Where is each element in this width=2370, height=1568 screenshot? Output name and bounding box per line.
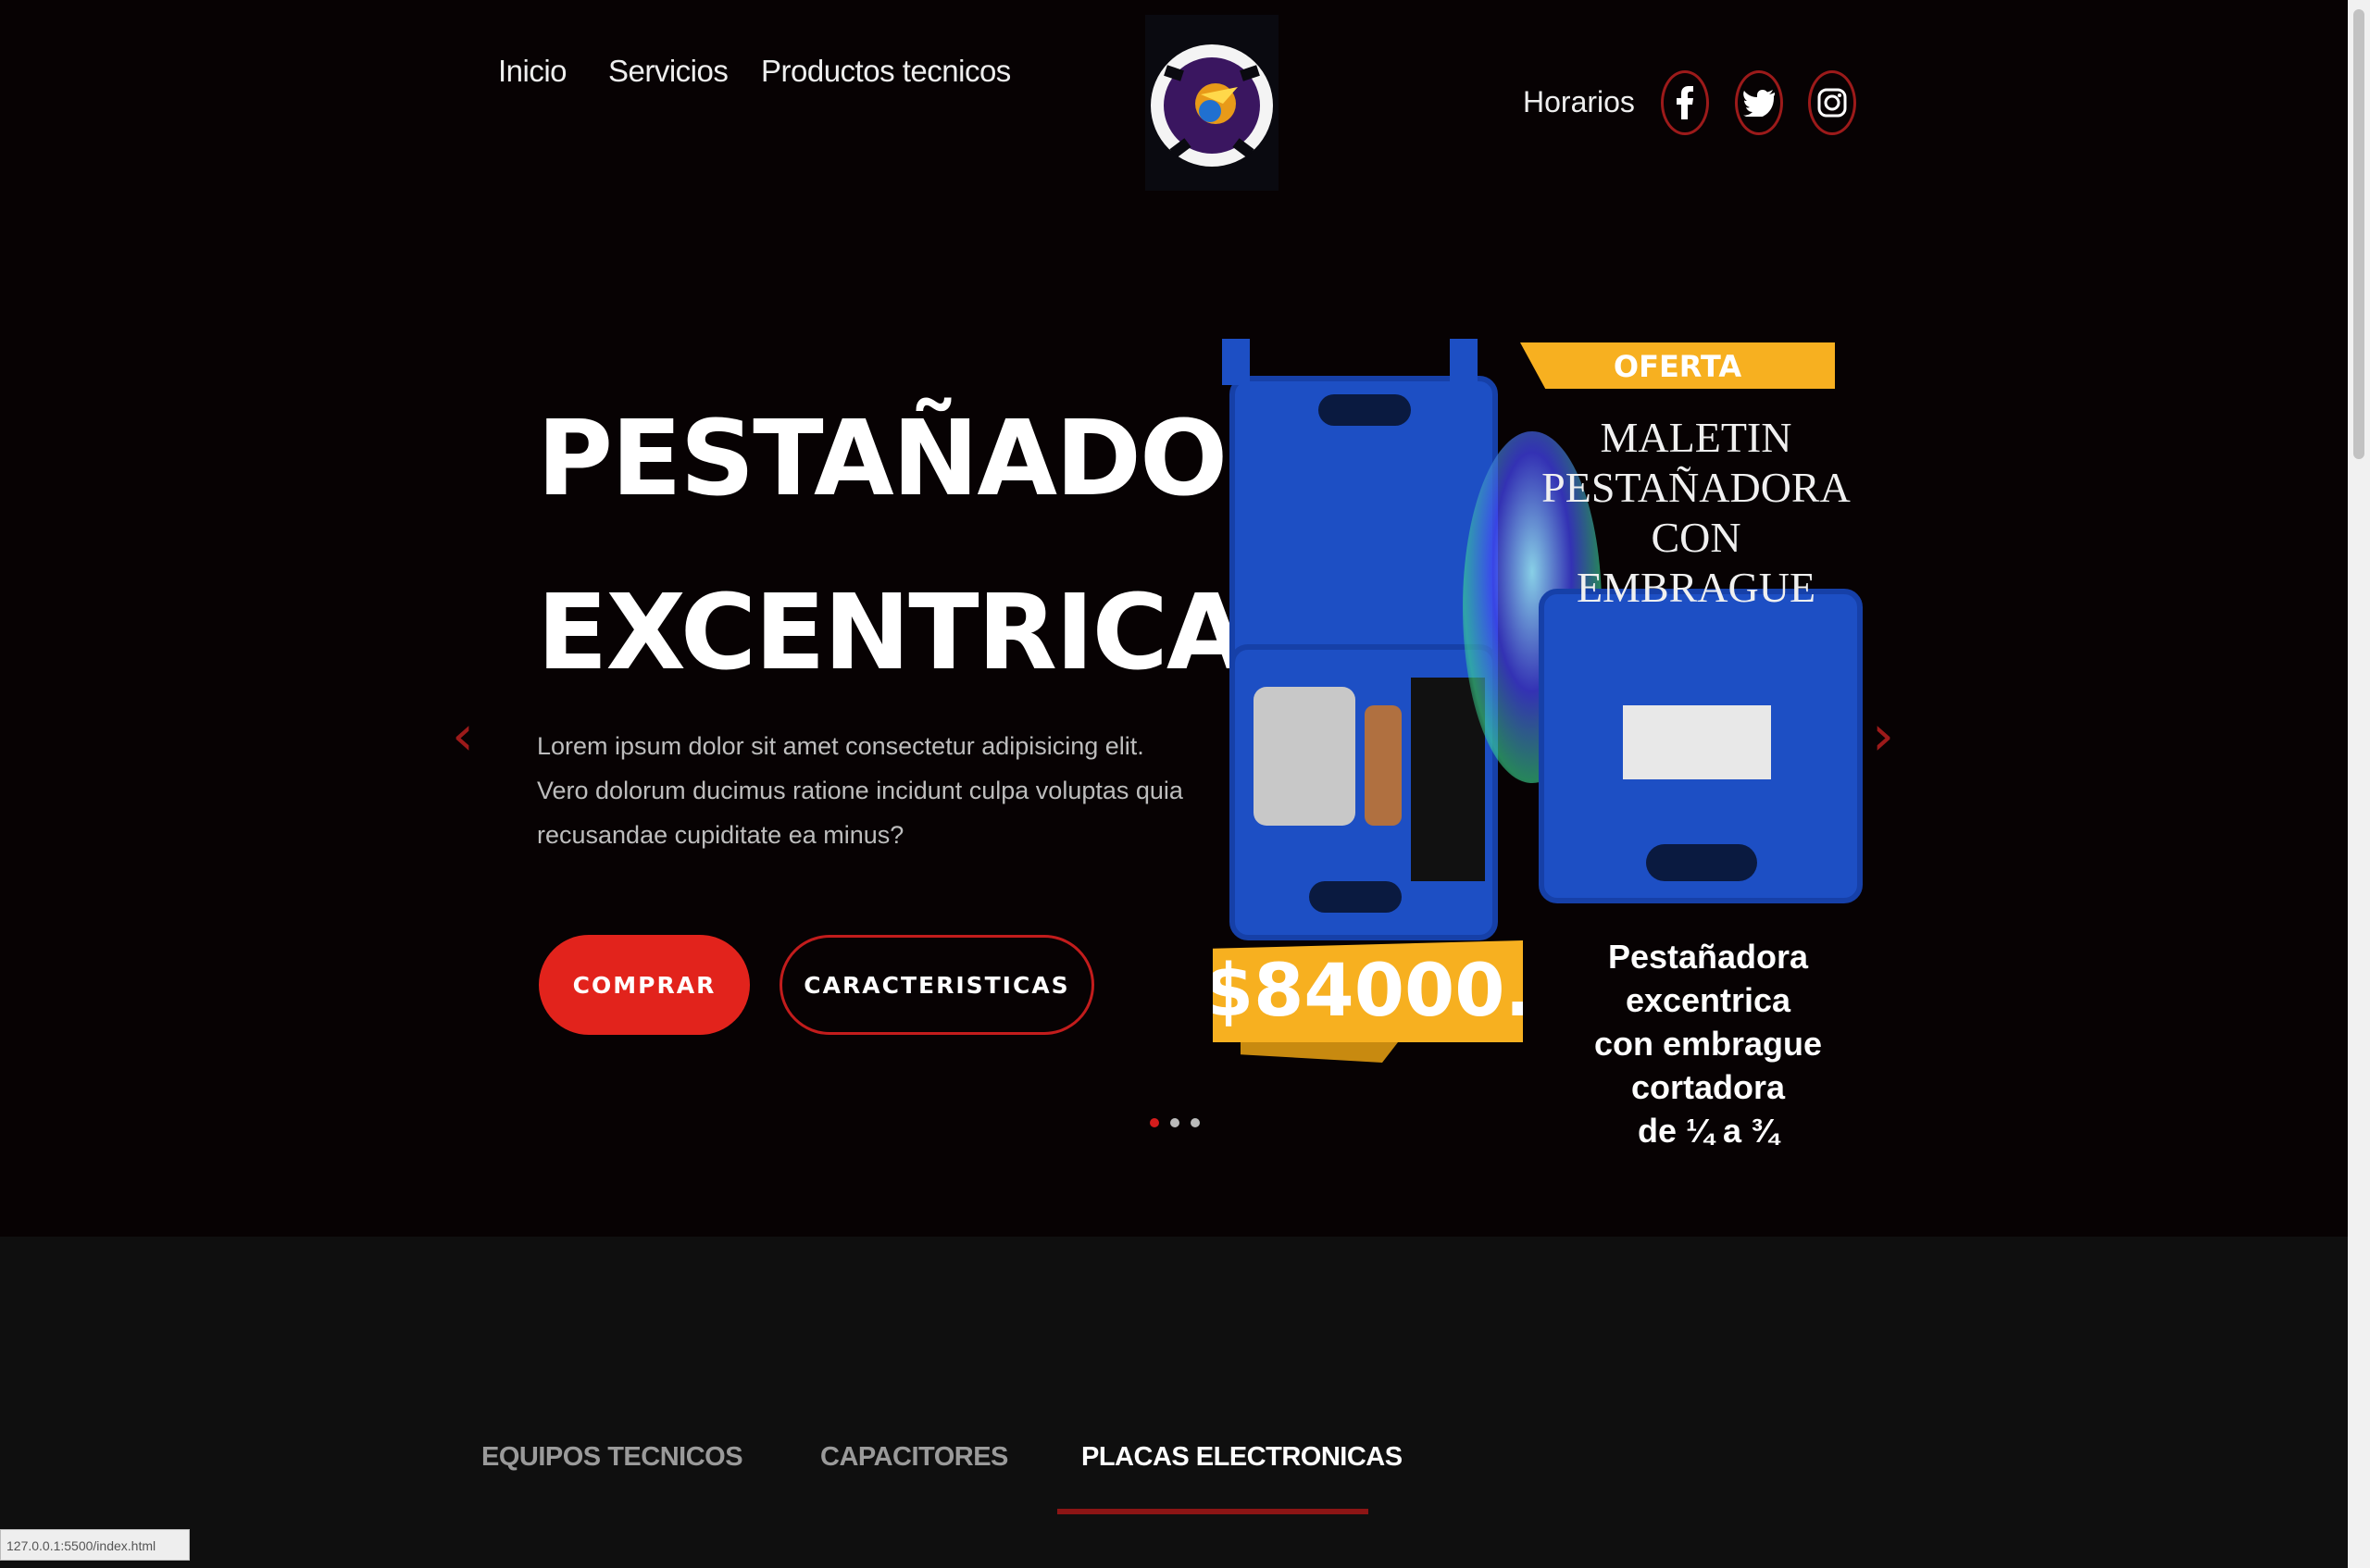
price-tag: $84000. (1213, 940, 1523, 1042)
facebook-icon[interactable] (1661, 70, 1709, 135)
tab-capacitores[interactable]: CAPACITORES (820, 1442, 1008, 1473)
carousel-dot-2[interactable] (1170, 1118, 1179, 1127)
status-bar-url: 127.0.0.1:5500/index.html (0, 1529, 190, 1561)
nav-link-servicios[interactable]: Servicios (608, 54, 729, 89)
twitter-icon[interactable] (1735, 70, 1783, 135)
carousel-dot-3[interactable] (1191, 1118, 1200, 1127)
carousel-prev-arrow[interactable]: ‹ (452, 703, 474, 768)
promo-description: Pestañadora excentrica con embrague cort… (1593, 938, 1823, 1150)
nav-link-inicio[interactable]: Inicio (498, 54, 568, 89)
instagram-icon[interactable] (1808, 70, 1856, 135)
offer-badge: OFERTA (1520, 342, 1835, 389)
toolbox-closed (1539, 589, 1863, 903)
tab-equipos-tecnicos[interactable]: EQUIPOS TECNICOS (481, 1442, 743, 1473)
active-tab-indicator (1057, 1509, 1368, 1514)
product-promo-image: OFERTA MALETIN PESTAÑADORA CON EMBRAGUE … (1213, 339, 1879, 1150)
nav-link-productos[interactable]: Productos tecnicos (761, 54, 1011, 89)
site-logo[interactable] (1145, 15, 1279, 191)
nav-link-horarios[interactable]: Horarios (1523, 85, 1635, 119)
features-button[interactable]: CARACTERISTICAS (780, 935, 1094, 1035)
page: Inicio Servicios Productos tecnicos Hora… (0, 0, 2348, 1568)
toolbox-lid (1229, 376, 1498, 681)
hero-description: Lorem ipsum dolor sit amet consectetur a… (537, 732, 1183, 849)
scrollbar-thumb[interactable] (2353, 9, 2364, 459)
promo-title: MALETIN PESTAÑADORA CON EMBRAGUE (1541, 414, 1851, 611)
buy-button[interactable]: COMPRAR (539, 935, 750, 1035)
tab-placas-electronicas[interactable]: PLACAS ELECTRONICAS (1081, 1442, 1403, 1473)
products-section (0, 1237, 2348, 1568)
carousel-dot-1[interactable] (1150, 1118, 1159, 1127)
hero-title-line2: EXCENTRICA. (537, 573, 1286, 693)
toolbox-open (1229, 644, 1498, 940)
